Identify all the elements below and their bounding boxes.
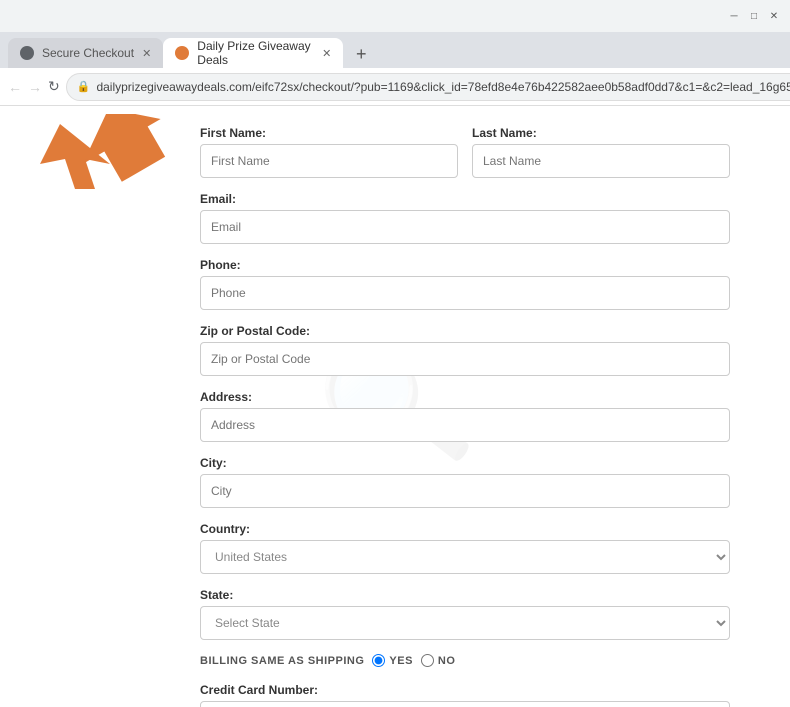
first-name-field: First Name: xyxy=(200,126,458,178)
address-label: Address: xyxy=(200,390,730,404)
billing-yes-label[interactable]: YES xyxy=(372,654,413,667)
tab-bar: Secure Checkout ✕ Daily Prize Giveaway D… xyxy=(0,32,790,68)
email-label: Email: xyxy=(200,192,730,206)
close-button[interactable]: ✕ xyxy=(766,8,782,24)
name-row: First Name: Last Name: xyxy=(200,126,730,178)
nav-bar: ← → ↻ 🔒 dailyprizegiveawaydeals.com/eifc… xyxy=(0,68,790,106)
tab-label-daily: Daily Prize Giveaway Deals xyxy=(197,39,314,67)
tab-close-secure[interactable]: ✕ xyxy=(142,47,151,60)
state-select[interactable]: Select State xyxy=(200,606,730,640)
first-name-label: First Name: xyxy=(200,126,458,140)
phone-label: Phone: xyxy=(200,258,730,272)
checkout-form: First Name: Last Name: Email: Phone: xyxy=(0,106,790,707)
address-input[interactable] xyxy=(200,408,730,442)
last-name-label: Last Name: xyxy=(472,126,730,140)
cc-field: Credit Card Number: VISA xyxy=(200,683,730,707)
cc-input[interactable] xyxy=(200,701,730,707)
country-select[interactable]: United States xyxy=(200,540,730,574)
billing-row: BILLING SAME AS SHIPPING YES NO xyxy=(200,654,730,667)
billing-yes-radio[interactable] xyxy=(372,654,385,667)
zip-row: Zip or Postal Code: xyxy=(200,324,730,376)
address-bar[interactable]: 🔒 dailyprizegiveawaydeals.com/eifc72sx/c… xyxy=(66,73,790,101)
state-label: State: xyxy=(200,588,730,602)
tab-favicon-daily xyxy=(175,46,189,60)
billing-yes-text: YES xyxy=(389,655,413,667)
billing-label: BILLING SAME AS SHIPPING xyxy=(200,655,364,667)
cc-input-wrapper: VISA xyxy=(200,701,730,707)
country-label: Country: xyxy=(200,522,730,536)
title-bar: ─ □ ✕ xyxy=(0,0,790,32)
minimize-button[interactable]: ─ xyxy=(726,8,742,24)
address-text: dailyprizegiveawaydeals.com/eifc72sx/che… xyxy=(96,80,790,94)
country-row: Country: United States xyxy=(200,522,730,574)
reload-button[interactable]: ↻ xyxy=(48,74,60,100)
new-tab-button[interactable]: + xyxy=(347,40,375,68)
city-label: City: xyxy=(200,456,730,470)
phone-row: Phone: xyxy=(200,258,730,310)
billing-no-label[interactable]: NO xyxy=(421,654,456,667)
lock-icon: 🔒 xyxy=(77,80,91,93)
tab-favicon-secure xyxy=(20,46,34,60)
last-name-input[interactable] xyxy=(472,144,730,178)
address-row: Address: xyxy=(200,390,730,442)
city-input[interactable] xyxy=(200,474,730,508)
forward-button[interactable]: → xyxy=(28,74,42,100)
zip-label: Zip or Postal Code: xyxy=(200,324,730,338)
city-row: City: xyxy=(200,456,730,508)
tab-close-daily[interactable]: ✕ xyxy=(322,47,331,60)
tab-secure-checkout[interactable]: Secure Checkout ✕ xyxy=(8,38,163,68)
first-name-input[interactable] xyxy=(200,144,458,178)
zip-input[interactable] xyxy=(200,342,730,376)
tab-label-secure: Secure Checkout xyxy=(42,46,134,60)
maximize-button[interactable]: □ xyxy=(746,8,762,24)
email-row: Email: xyxy=(200,192,730,244)
browser-window: ─ □ ✕ Secure Checkout ✕ Daily Prize Give… xyxy=(0,0,790,707)
phone-input[interactable] xyxy=(200,276,730,310)
cc-label: Credit Card Number: xyxy=(200,683,730,697)
billing-no-radio[interactable] xyxy=(421,654,434,667)
last-name-field: Last Name: xyxy=(472,126,730,178)
page-content: 🔍 First Name: Last Name: xyxy=(0,106,790,707)
email-input[interactable] xyxy=(200,210,730,244)
state-row: State: Select State xyxy=(200,588,730,640)
tab-daily-prize[interactable]: Daily Prize Giveaway Deals ✕ xyxy=(163,38,343,68)
billing-no-text: NO xyxy=(438,655,456,667)
back-button[interactable]: ← xyxy=(8,74,22,100)
